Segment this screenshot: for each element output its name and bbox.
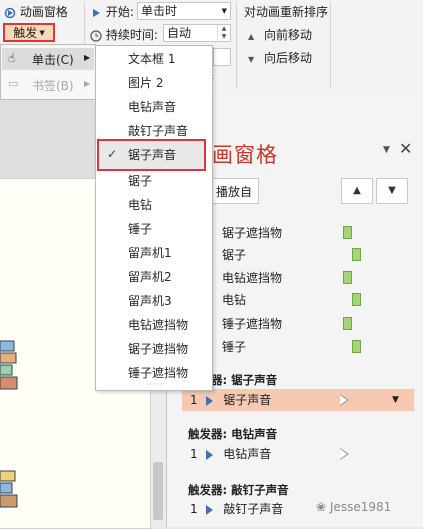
chevron-down-icon: ▼ xyxy=(39,28,45,37)
submenu-item-on-click[interactable]: ☝ 单击(C) ▶ xyxy=(2,48,94,70)
menu-item[interactable]: 敲钉子声音 xyxy=(128,120,188,142)
menu-item-checked[interactable]: 锯子声音 xyxy=(128,144,176,166)
menu-item[interactable]: 图片 2 xyxy=(128,72,163,94)
row-options-icon[interactable]: ▼ xyxy=(392,389,399,411)
move-down-button[interactable]: ▼ xyxy=(376,178,408,204)
chevron-right-icon: ▶ xyxy=(84,53,91,62)
animation-item-label: 电钻 xyxy=(222,293,247,307)
play-from-label: 播放自 xyxy=(216,185,253,199)
timeline-bar xyxy=(343,271,352,284)
play-icon xyxy=(206,395,214,406)
play-icon xyxy=(206,504,214,515)
start-select[interactable]: 单击时 ▼ xyxy=(137,2,231,20)
scrollbar-thumb[interactable] xyxy=(153,462,163,520)
menu-item[interactable]: 留声机1 xyxy=(128,242,172,264)
duration-input[interactable]: 自动 ▲ ▼ xyxy=(163,24,231,42)
bookmark-icon: ▭ xyxy=(8,77,19,90)
submenu-item-bookmark[interactable]: ▭ 书签(B) ▶ xyxy=(2,74,94,96)
sequence-number: 1 xyxy=(190,447,198,461)
submenu-item-label: 书签(B) xyxy=(32,79,74,93)
chevron-down-icon: ▼ xyxy=(221,7,227,15)
animation-item-label: 锯子遮挡物 xyxy=(222,226,283,240)
move-later-label: 向后移动 xyxy=(263,51,312,65)
menu-item[interactable]: 锤子 xyxy=(128,218,152,240)
pane-options-icon[interactable]: ▼ xyxy=(383,145,390,155)
animation-item-label: 锯子 xyxy=(222,248,247,262)
play-icon xyxy=(90,7,102,19)
up-arrow-icon: ▲ xyxy=(353,185,361,196)
trigger-button[interactable]: 触发 ▼ xyxy=(3,23,55,42)
trigger-label: 触发 xyxy=(13,26,38,40)
move-up-button[interactable]: ▲ xyxy=(341,178,373,204)
close-icon[interactable]: ✕ xyxy=(399,139,412,158)
delay-spinner[interactable] xyxy=(213,48,231,66)
trigger-section-title: 触发器: 敲钉子声音 xyxy=(188,483,289,497)
play-icon xyxy=(206,449,214,460)
book-stack-image[interactable] xyxy=(0,335,22,405)
watermark-text: Jesse1981 xyxy=(329,500,392,514)
trigger-section-title: 触发器: 电钻声音 xyxy=(188,427,278,441)
start-value: 单击时 xyxy=(141,4,178,18)
sequence-row[interactable]: 1 电钻声音 xyxy=(182,443,414,465)
timeline-bar xyxy=(352,248,361,261)
duration-spinner[interactable]: ▲ ▼ xyxy=(217,25,230,41)
move-earlier-button[interactable]: ▲ 向前移动 xyxy=(248,26,312,43)
clock-icon xyxy=(90,29,102,42)
duration-value: 自动 xyxy=(167,26,192,40)
menu-item[interactable]: 电钻 xyxy=(128,194,152,216)
menu-item[interactable]: 锯子 xyxy=(128,170,152,192)
start-label-wrap: 开始: xyxy=(90,3,134,20)
sequence-item-label: 电钻声音 xyxy=(223,447,272,461)
trigger-submenu: ☝ 单击(C) ▶ ▭ 书签(B) ▶ xyxy=(0,44,96,100)
chevron-right-icon: ▶ xyxy=(84,79,91,88)
menu-item[interactable]: 留声机3 xyxy=(128,290,172,312)
timeline-bar xyxy=(343,226,352,239)
more-items-indicator[interactable]: ····· xyxy=(146,380,164,389)
reorder-title: 对动画重新排序 xyxy=(244,5,329,19)
animation-item-label: 锤子 xyxy=(222,340,247,354)
menu-item[interactable]: 文本框 1 xyxy=(128,48,175,70)
animation-item-label: 电钻遮挡物 xyxy=(222,271,283,285)
submenu-item-label: 单击(C) xyxy=(32,53,74,67)
animation-pane-label: 动画窗格 xyxy=(19,5,68,19)
animation-pane-button[interactable]: 动画窗格 xyxy=(4,3,68,20)
sequence-number: 1 xyxy=(190,502,198,516)
menu-item[interactable]: 电钻遮挡物 xyxy=(128,314,188,336)
menu-item[interactable]: 电钻声音 xyxy=(128,96,176,118)
animation-pane-icon xyxy=(4,7,16,19)
sequence-number: 1 xyxy=(190,393,198,407)
group-divider xyxy=(236,2,237,88)
group-divider xyxy=(330,2,331,88)
watermark: ❀ Jesse1981 xyxy=(316,500,391,514)
duration-label-wrap: 持续时间: xyxy=(90,26,158,43)
menu-item[interactable]: 锯子遮挡物 xyxy=(128,338,188,360)
move-earlier-label: 向前移动 xyxy=(263,28,312,42)
down-arrow-icon: ▼ xyxy=(248,55,255,64)
sequence-item-label: 敲钉子声音 xyxy=(223,502,284,516)
media-play-icon-inner xyxy=(340,449,347,459)
timeline-bar xyxy=(352,293,361,306)
media-play-icon-inner xyxy=(340,395,347,405)
up-arrow-icon: ▲ xyxy=(248,32,255,41)
move-later-button[interactable]: ▼ 向后移动 xyxy=(248,49,312,66)
timeline-bar xyxy=(352,340,361,353)
down-arrow-icon: ▼ xyxy=(388,185,396,196)
wechat-icon: ❀ xyxy=(316,500,327,514)
checkmark-icon: ✓ xyxy=(107,147,118,161)
sequence-item-label: 锯子声音 xyxy=(223,393,272,407)
timeline-bar xyxy=(343,317,352,330)
duration-label: 持续时间: xyxy=(105,28,158,42)
book-stack-image[interactable] xyxy=(0,465,22,525)
sequence-row[interactable]: 1 锯子声音 ▼ xyxy=(182,389,414,411)
start-label: 开始: xyxy=(105,5,134,19)
menu-item[interactable]: 留声机2 xyxy=(128,266,172,288)
animation-item-label: 锤子遮挡物 xyxy=(222,317,283,331)
hand-cursor-icon: ☝ xyxy=(8,51,16,65)
